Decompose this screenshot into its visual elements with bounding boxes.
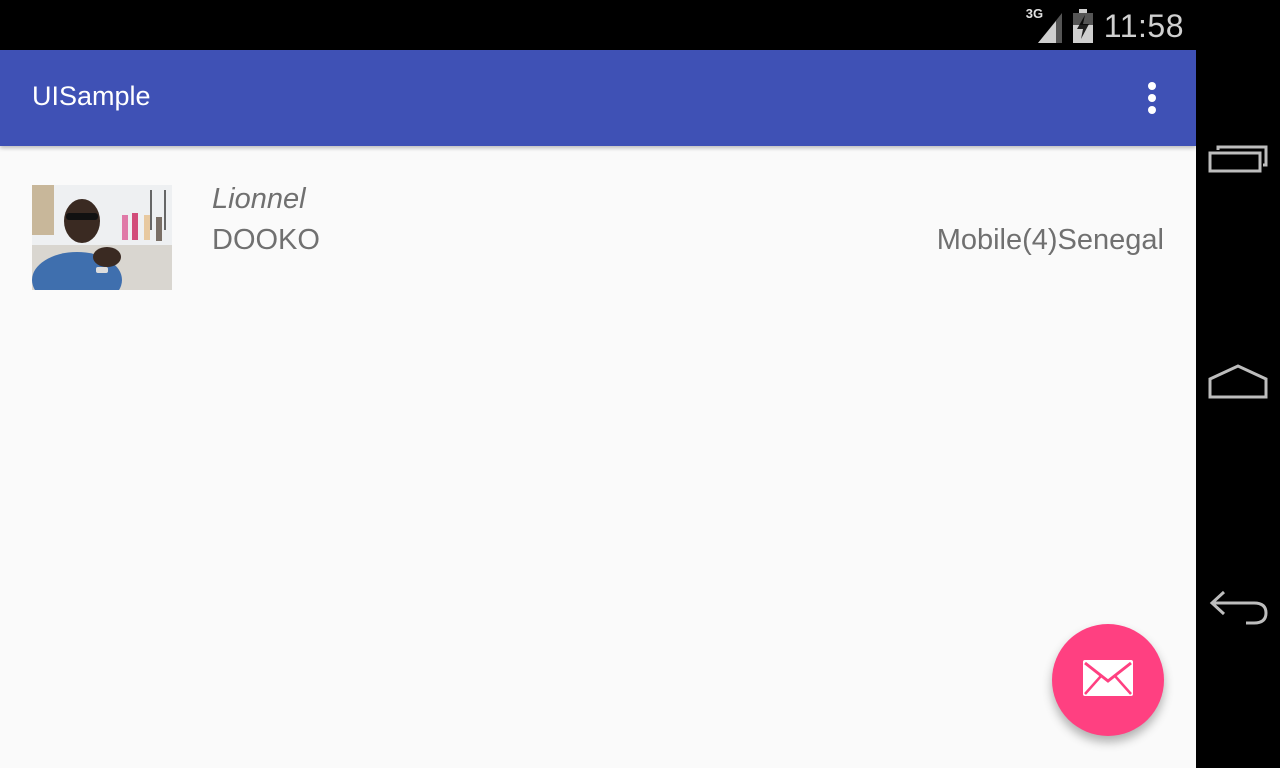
battery-charging-icon <box>1072 9 1094 43</box>
more-vert-icon[interactable] <box>1138 80 1166 116</box>
status-icons: 3G 11:58 <box>1025 6 1184 46</box>
contact-meta: Mobile(4)Senegal <box>936 224 1164 256</box>
list-item[interactable]: Lionnel DOOKO Mobile(4)Senegal <box>0 146 1196 296</box>
navigation-bar <box>1196 0 1280 768</box>
menu-dot <box>1148 106 1156 114</box>
avatar <box>32 185 172 290</box>
app-title: UISample <box>32 81 151 111</box>
menu-dot <box>1148 82 1156 90</box>
menu-dot <box>1148 94 1156 102</box>
status-time: 11:58 <box>1103 7 1184 44</box>
compose-mail-button[interactable] <box>1052 624 1164 736</box>
network-type-label: 3G <box>1025 6 1044 21</box>
mail-icon <box>1083 659 1133 701</box>
back-icon[interactable] <box>1196 556 1280 656</box>
first-name: Lionnel <box>212 183 306 215</box>
toolbar: UISample <box>0 50 1196 146</box>
app-window: UISample Lionnel DOOKO Mobile(4)Senegal <box>0 50 1196 768</box>
signal-3g-icon: 3G <box>1025 6 1062 43</box>
last-name: DOOKO <box>212 224 320 256</box>
home-icon[interactable] <box>1196 332 1280 432</box>
recent-apps-icon[interactable] <box>1196 110 1280 210</box>
status-bar: 3G 11:58 <box>0 0 1196 50</box>
